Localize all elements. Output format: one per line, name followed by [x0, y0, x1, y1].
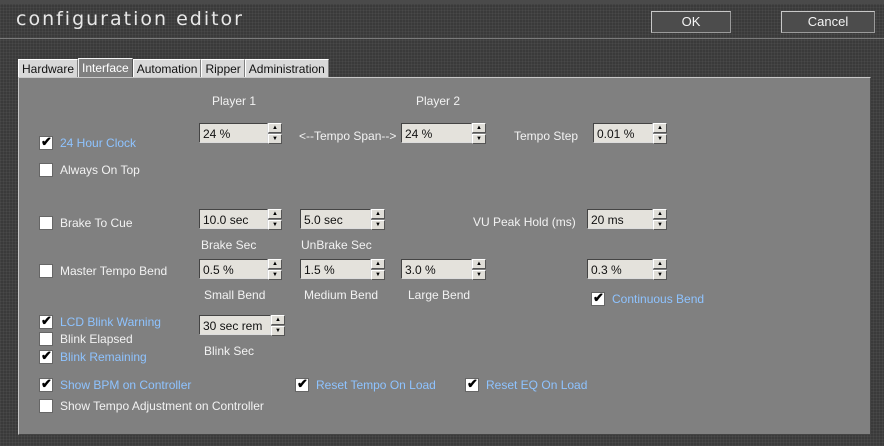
spin-down-icon[interactable]: ▼: [653, 134, 667, 144]
large-bend-label: Large Bend: [408, 288, 471, 302]
spin-up-icon[interactable]: ▲: [472, 123, 486, 133]
title-divider: [0, 38, 884, 39]
brake-sec-field[interactable]: 10.0 sec: [199, 209, 268, 229]
tab-strip: Hardware Interface Automation Ripper Adm…: [18, 58, 329, 78]
check-icon: ✔: [593, 290, 604, 305]
continuous-bend-arrows[interactable]: ▲ ▼: [653, 259, 667, 281]
spin-down-icon[interactable]: ▼: [371, 270, 385, 280]
medium-bend-arrows[interactable]: ▲ ▼: [371, 259, 385, 281]
spin-up-icon[interactable]: ▲: [653, 259, 667, 269]
spin-up-icon[interactable]: ▲: [653, 123, 667, 133]
unbrake-sec-field[interactable]: 5.0 sec: [300, 209, 371, 229]
tab-automation[interactable]: Automation: [132, 59, 202, 78]
spin-up-icon[interactable]: ▲: [268, 209, 282, 219]
title-bar: configuration editor OK Cancel: [0, 4, 884, 34]
spin-down-icon[interactable]: ▼: [653, 270, 667, 280]
spin-up-icon[interactable]: ▲: [472, 259, 486, 269]
player1-tempo-field[interactable]: 24 %: [199, 123, 268, 143]
lcd-blink-warning-label: LCD Blink Warning: [60, 315, 161, 329]
config-editor-window: configuration editor OK Cancel Hardware …: [0, 0, 884, 446]
show-tempo-adjustment-checkbox[interactable]: [39, 399, 53, 413]
player2-heading: Player 2: [416, 94, 461, 108]
reset-tempo-label: Reset Tempo On Load: [316, 378, 436, 392]
spin-down-icon[interactable]: ▼: [268, 134, 282, 144]
spin-up-icon[interactable]: ▲: [268, 259, 282, 269]
brake-to-cue-label: Brake To Cue: [60, 216, 133, 230]
always-on-top-label: Always On Top: [60, 163, 140, 177]
spin-down-icon[interactable]: ▼: [472, 270, 486, 280]
tempo-step-field[interactable]: 0.01 %: [593, 123, 653, 143]
unbrake-sec-label: UnBrake Sec: [301, 238, 372, 252]
medium-bend-field[interactable]: 1.5 %: [300, 259, 371, 279]
spin-down-icon[interactable]: ▼: [268, 220, 282, 230]
player1-heading: Player 1: [212, 94, 257, 108]
small-bend-field[interactable]: 0.5 %: [199, 259, 268, 279]
player1-tempo-arrows[interactable]: ▲ ▼: [268, 123, 282, 145]
small-bend-arrows[interactable]: ▲ ▼: [268, 259, 282, 281]
brake-to-cue-checkbox[interactable]: [39, 216, 53, 230]
spin-up-icon[interactable]: ▲: [653, 209, 667, 219]
blink-sec-arrows[interactable]: ▲ ▼: [271, 315, 285, 337]
reset-tempo-checkbox[interactable]: ✔: [295, 376, 309, 392]
spin-up-icon[interactable]: ▲: [268, 123, 282, 133]
blink-remaining-checkbox[interactable]: ✔: [39, 348, 53, 364]
brake-sec-label: Brake Sec: [201, 238, 257, 252]
check-icon: ✔: [297, 376, 308, 391]
blink-elapsed-label: Blink Elapsed: [60, 332, 133, 346]
brake-sec-arrows[interactable]: ▲ ▼: [268, 209, 282, 231]
check-icon: ✔: [41, 348, 52, 363]
hour-clock-checkbox[interactable]: ✔: [39, 134, 53, 150]
large-bend-arrows[interactable]: ▲ ▼: [472, 259, 486, 281]
always-on-top-checkbox[interactable]: [39, 163, 53, 177]
master-tempo-bend-checkbox[interactable]: [39, 264, 53, 278]
check-icon: ✔: [41, 134, 52, 149]
check-icon: ✔: [41, 376, 52, 391]
blink-remaining-label: Blink Remaining: [60, 350, 147, 364]
reset-eq-label: Reset EQ On Load: [486, 378, 588, 392]
check-icon: ✔: [41, 313, 52, 328]
tab-ripper[interactable]: Ripper: [201, 59, 245, 78]
reset-eq-checkbox[interactable]: ✔: [465, 376, 479, 392]
spin-down-icon[interactable]: ▼: [653, 220, 667, 230]
continuous-bend-label: Continuous Bend: [612, 292, 705, 306]
blink-elapsed-checkbox[interactable]: [39, 332, 53, 346]
show-bpm-label: Show BPM on Controller: [60, 378, 192, 392]
tempo-step-arrows[interactable]: ▲ ▼: [653, 123, 667, 145]
show-tempo-adjustment-label: Show Tempo Adjustment on Controller: [60, 399, 264, 413]
lcd-blink-warning-checkbox[interactable]: ✔: [39, 313, 53, 329]
window-title: configuration editor: [16, 8, 244, 30]
continuous-bend-field[interactable]: 0.3 %: [587, 259, 653, 279]
tab-administration[interactable]: Administration: [244, 59, 329, 78]
small-bend-label: Small Bend: [204, 288, 266, 302]
spin-up-icon[interactable]: ▲: [271, 315, 285, 325]
spin-up-icon[interactable]: ▲: [371, 259, 385, 269]
vu-peak-hold-field[interactable]: 20 ms: [587, 209, 653, 229]
vu-peak-hold-arrows[interactable]: ▲ ▼: [653, 209, 667, 231]
tempo-step-label: Tempo Step: [514, 129, 579, 143]
medium-bend-label: Medium Bend: [304, 288, 379, 302]
continuous-bend-checkbox[interactable]: ✔: [591, 290, 605, 306]
show-bpm-checkbox[interactable]: ✔: [39, 376, 53, 392]
spin-down-icon[interactable]: ▼: [271, 326, 285, 336]
tab-interface[interactable]: Interface: [78, 58, 133, 78]
tempo-span-label: <--Tempo Span-->: [299, 129, 397, 143]
unbrake-sec-arrows[interactable]: ▲ ▼: [371, 209, 385, 231]
spin-down-icon[interactable]: ▼: [371, 220, 385, 230]
vu-peak-hold-label: VU Peak Hold (ms): [473, 215, 576, 229]
blink-sec-label: Blink Sec: [204, 344, 255, 358]
spin-down-icon[interactable]: ▼: [268, 270, 282, 280]
hour-clock-label: 24 Hour Clock: [60, 136, 137, 150]
large-bend-field[interactable]: 3.0 %: [401, 259, 472, 279]
tab-hardware[interactable]: Hardware: [18, 59, 79, 78]
player2-tempo-arrows[interactable]: ▲ ▼: [472, 123, 486, 145]
interface-panel: Player 1 Player 2 ✔ 24 Hour Clock Always…: [18, 77, 871, 435]
blink-sec-field[interactable]: 30 sec rem: [199, 315, 271, 335]
check-icon: ✔: [467, 376, 478, 391]
spin-up-icon[interactable]: ▲: [371, 209, 385, 219]
ok-button[interactable]: OK: [651, 11, 731, 33]
spin-down-icon[interactable]: ▼: [472, 134, 486, 144]
master-tempo-bend-label: Master Tempo Bend: [60, 264, 168, 278]
player2-tempo-field[interactable]: 24 %: [401, 123, 472, 143]
cancel-button[interactable]: Cancel: [781, 11, 875, 33]
